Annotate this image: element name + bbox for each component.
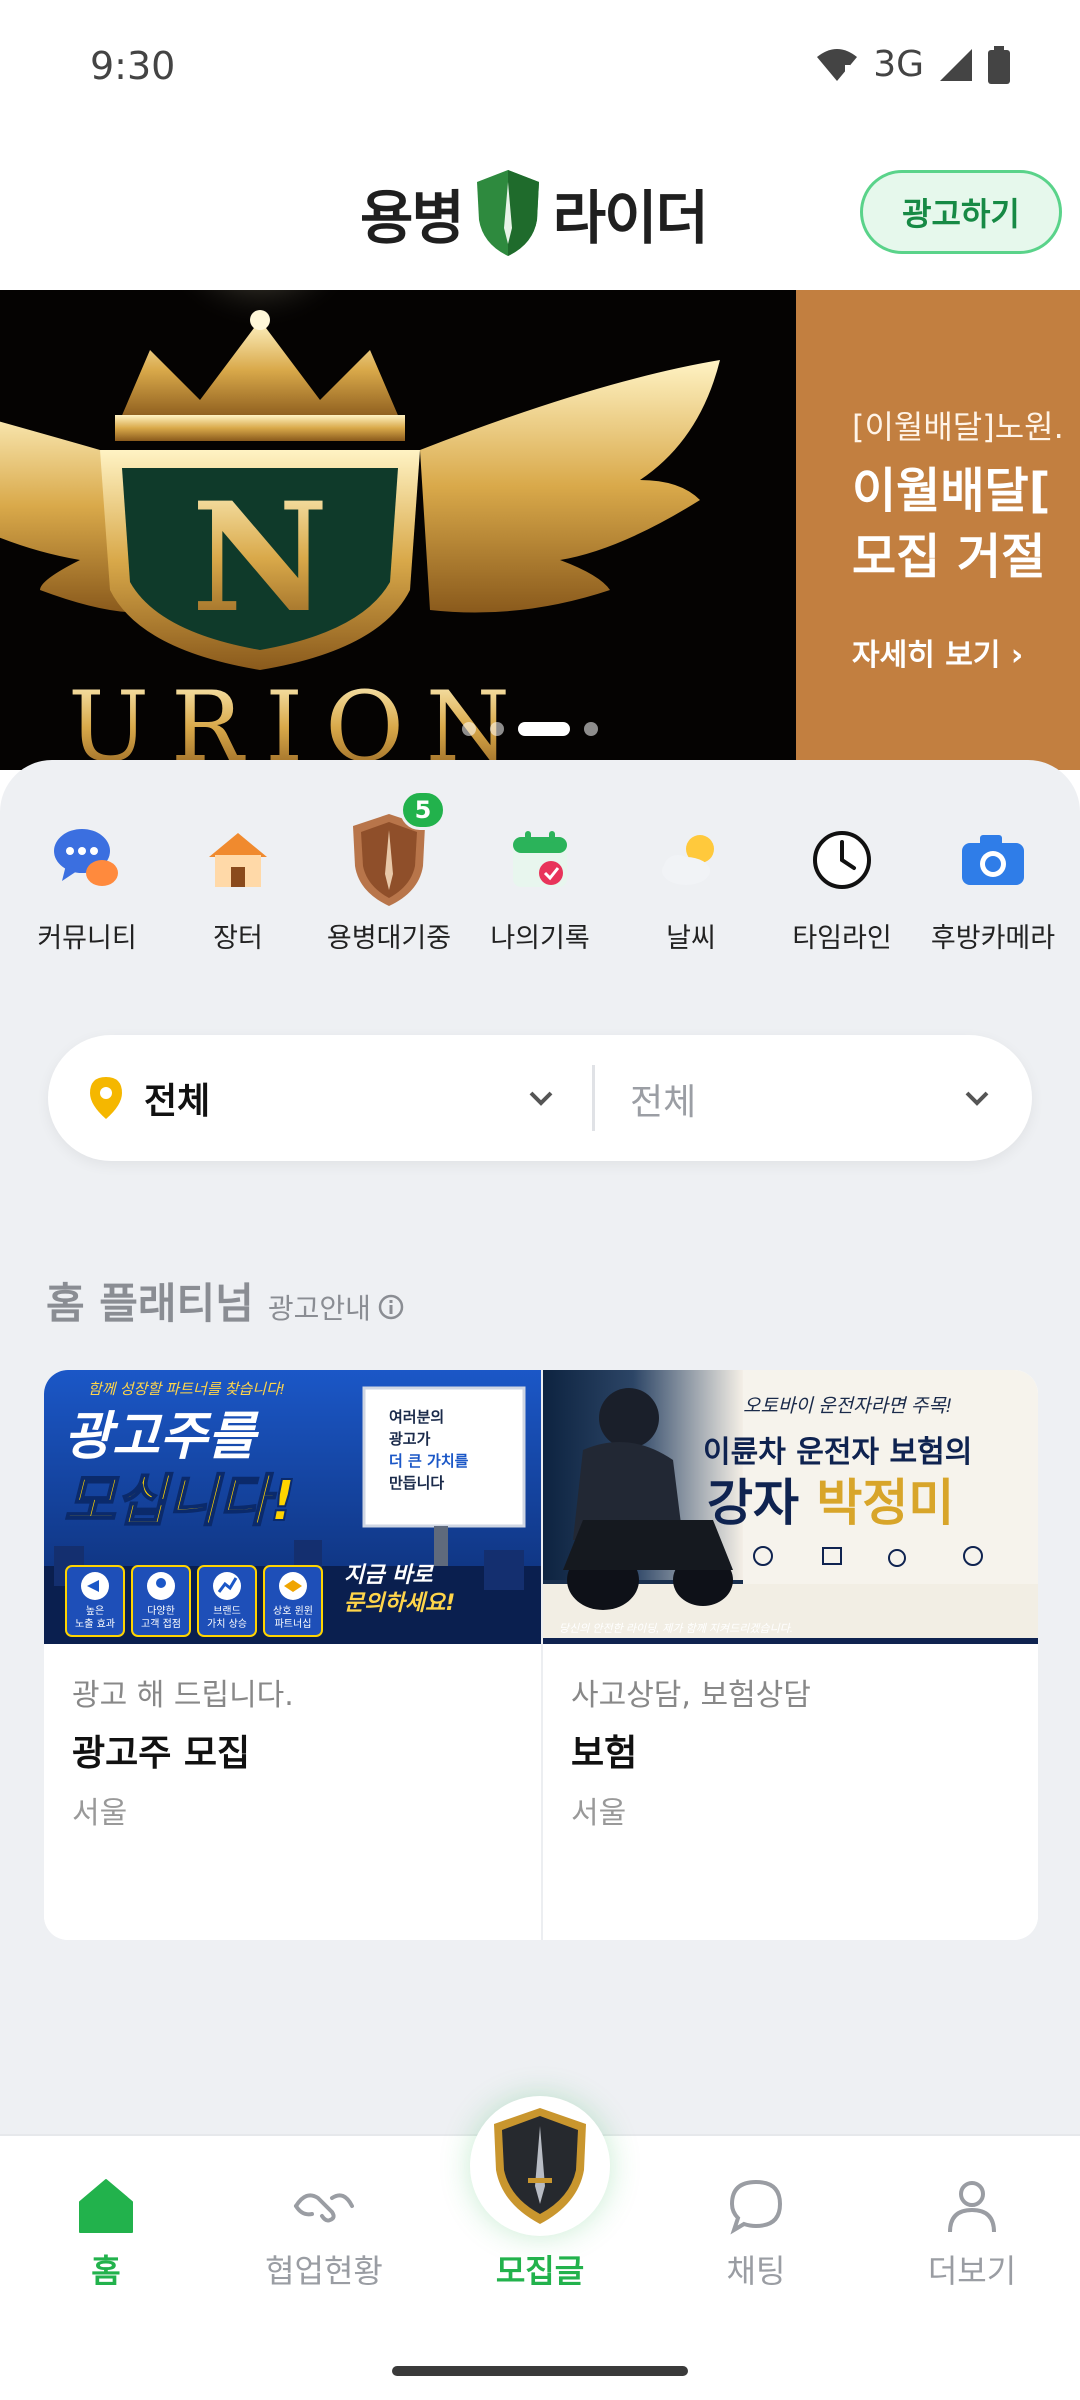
quick-menu-market[interactable]: 장터 (171, 810, 305, 955)
ad-line2: 모십니다! (64, 1469, 296, 1534)
quick-menu-label: 후방카메라 (930, 923, 1056, 954)
urion-text: URION (68, 671, 532, 770)
nav-home[interactable]: 홈 (16, 2176, 196, 2292)
quick-menu-label: 장터 (213, 923, 263, 954)
handshake-icon (294, 2193, 354, 2223)
info-icon (378, 1294, 404, 1320)
platinum-cards: 함께 성장할 파트너를 찾습니다! 광고주를 모십니다! 여러분의 광고가 더 … (44, 1370, 1038, 1940)
quick-menu-community[interactable]: 커뮤니티 (20, 810, 154, 955)
carousel-dots (462, 722, 598, 736)
quick-menu-label: 용병대기중 (326, 923, 452, 954)
insurance-line2-a: 강자 (707, 1474, 816, 1532)
weather-icon (662, 835, 714, 885)
status-icons: 3G (815, 44, 1010, 85)
insurance-line2-b: 박정미 (816, 1474, 954, 1532)
quick-menu-records[interactable]: 나의기록 (473, 810, 607, 955)
region-filter: 전체 전체 (48, 1035, 1032, 1161)
nav-more[interactable]: 더보기 (882, 2176, 1062, 2292)
logo-text-right: 라이더 (552, 184, 709, 252)
logo-shield-icon (476, 170, 539, 256)
banner-title: 이월배달[ 모집 거절 (852, 463, 1051, 585)
ad-info-label: 광고안내 (267, 1292, 371, 1325)
banner-slide-urion[interactable]: N URION (0, 290, 796, 770)
logo-text-left: 용병 (360, 184, 465, 252)
nav-more-label: 더보기 (927, 2252, 1017, 2290)
bottom-navigation: 홈 협업현황 모집글 채팅 더보기 (0, 2096, 1080, 2400)
wifi-alert-icon (817, 48, 858, 81)
quick-menu-waiting[interactable]: 5 용병대기중 (322, 790, 456, 955)
card-category: 사고상담, 보험상담 (571, 1678, 811, 1713)
clock-icon (813, 831, 871, 889)
ad-info-link[interactable]: 광고안내 (268, 1287, 405, 1327)
section-title: 홈 플래티넘 (46, 1279, 254, 1328)
card-location: 서울 (571, 1796, 627, 1831)
card-category: 광고 해 드립니다. (72, 1678, 294, 1713)
market-house-icon (209, 833, 267, 887)
platinum-card-ad[interactable]: 함께 성장할 파트너를 찾습니다! 광고주를 모십니다! 여러분의 광고가 더 … (44, 1370, 541, 1940)
svg-text:N: N (191, 470, 328, 646)
signal-icon (940, 48, 972, 81)
region-value: 전체 (144, 1081, 211, 1122)
carousel-dot-active[interactable] (518, 722, 570, 736)
svg-text:강자 박정미: 강자 박정미 (707, 1474, 954, 1532)
home-indicator (392, 2366, 688, 2376)
banner-more-link[interactable]: 자세히 보기 › (852, 630, 1023, 674)
chat-bubble-icon (729, 2179, 783, 2235)
shield-dagger-icon (494, 2108, 586, 2224)
carousel-dot[interactable] (462, 722, 476, 736)
card-image-insurance: 오토바이 운전자라면 주목! 이륜차 운전자 보험의 강자 박정미 당신의 안전… (543, 1370, 1038, 1644)
community-chat-icon (54, 829, 118, 886)
nav-collab[interactable]: 협업현황 (234, 2176, 414, 2292)
user-icon (948, 2181, 996, 2233)
filter-divider (592, 1065, 595, 1131)
insurance-bottom-text: 당신의 안전한 라이딩, 제가 함께 지켜드리겠습니다. (559, 1622, 793, 1635)
calendar-icon (513, 831, 567, 887)
battery-icon (988, 45, 1010, 84)
chevron-down-icon[interactable] (524, 1081, 558, 1115)
platinum-card-insurance[interactable]: 오토바이 운전자라면 주목! 이륜차 운전자 보험의 강자 박정미 당신의 안전… (541, 1370, 1038, 1940)
nav-recruit-button[interactable] (470, 2096, 610, 2236)
banner-carousel[interactable]: N URION [이월배달]노원. 이월배달[ 모집 거절 자세히 보기 › (0, 290, 1080, 770)
network-type: 3G (873, 44, 924, 85)
urion-emblem-image: N URION (0, 290, 796, 770)
nav-home-label: 홈 (91, 2252, 121, 2290)
quick-menu-camera[interactable]: 후방카메라 (926, 810, 1060, 955)
waiting-count-badge: 5 (400, 790, 446, 830)
carousel-dot[interactable] (584, 722, 598, 736)
ad-top-text: 함께 성장할 파트너를 찾습니다! (88, 1381, 285, 1398)
main-content: 커뮤니티 장터 5 용병대기중 나의기록 날씨 타임라인 후방카메라 전체 전체… (0, 760, 1080, 2140)
card-location: 서울 (72, 1796, 128, 1831)
quick-menu-label: 나의기록 (490, 923, 590, 954)
quick-menu: 커뮤니티 장터 5 용병대기중 나의기록 날씨 타임라인 후방카메라 (20, 790, 1060, 955)
section-header: 홈 플래티넘 광고안내 (46, 1270, 405, 1331)
nav-chat[interactable]: 채팅 (666, 2176, 846, 2292)
quick-menu-label: 커뮤니티 (37, 923, 137, 954)
ad-line1: 광고주를 (64, 1407, 260, 1467)
banner-slide-delivery[interactable]: [이월배달]노원. 이월배달[ 모집 거절 자세히 보기 › (796, 290, 1080, 770)
status-time: 9:30 (90, 44, 176, 88)
app-header: 용병 라이더 광고하기 (0, 140, 1080, 290)
sub-region-select[interactable]: 전체 (630, 1073, 696, 1125)
carousel-dot[interactable] (490, 722, 504, 736)
location-pin-icon (90, 1077, 122, 1119)
card-image-ad-recruit: 함께 성장할 파트너를 찾습니다! 광고주를 모십니다! 여러분의 광고가 더 … (44, 1370, 541, 1644)
nav-recruit-label[interactable]: 모집글 (440, 2246, 640, 2292)
card-title: 보험 (571, 1733, 638, 1774)
quick-menu-label: 타임라인 (792, 923, 892, 954)
nav-collab-label: 협업현황 (265, 2252, 383, 2290)
advertise-button[interactable]: 광고하기 (860, 170, 1062, 254)
quick-menu-label: 날씨 (666, 923, 716, 954)
quick-menu-timeline[interactable]: 타임라인 (775, 810, 909, 955)
insurance-line1: 이륜차 운전자 보험의 (703, 1435, 972, 1470)
camera-icon (962, 835, 1024, 885)
app-logo: 용병 라이더 (360, 168, 709, 258)
home-icon (79, 2179, 133, 2233)
chevron-down-icon[interactable] (960, 1081, 994, 1115)
card-title: 광고주 모집 (72, 1733, 251, 1774)
nav-chat-label: 채팅 (726, 2252, 786, 2290)
banner-subtitle: [이월배달]노원. (852, 408, 1064, 446)
insurance-top-text: 오토바이 운전자라면 주목! (743, 1396, 952, 1417)
status-bar: 9:30 3G (0, 0, 1080, 130)
quick-menu-weather[interactable]: 날씨 (624, 810, 758, 955)
